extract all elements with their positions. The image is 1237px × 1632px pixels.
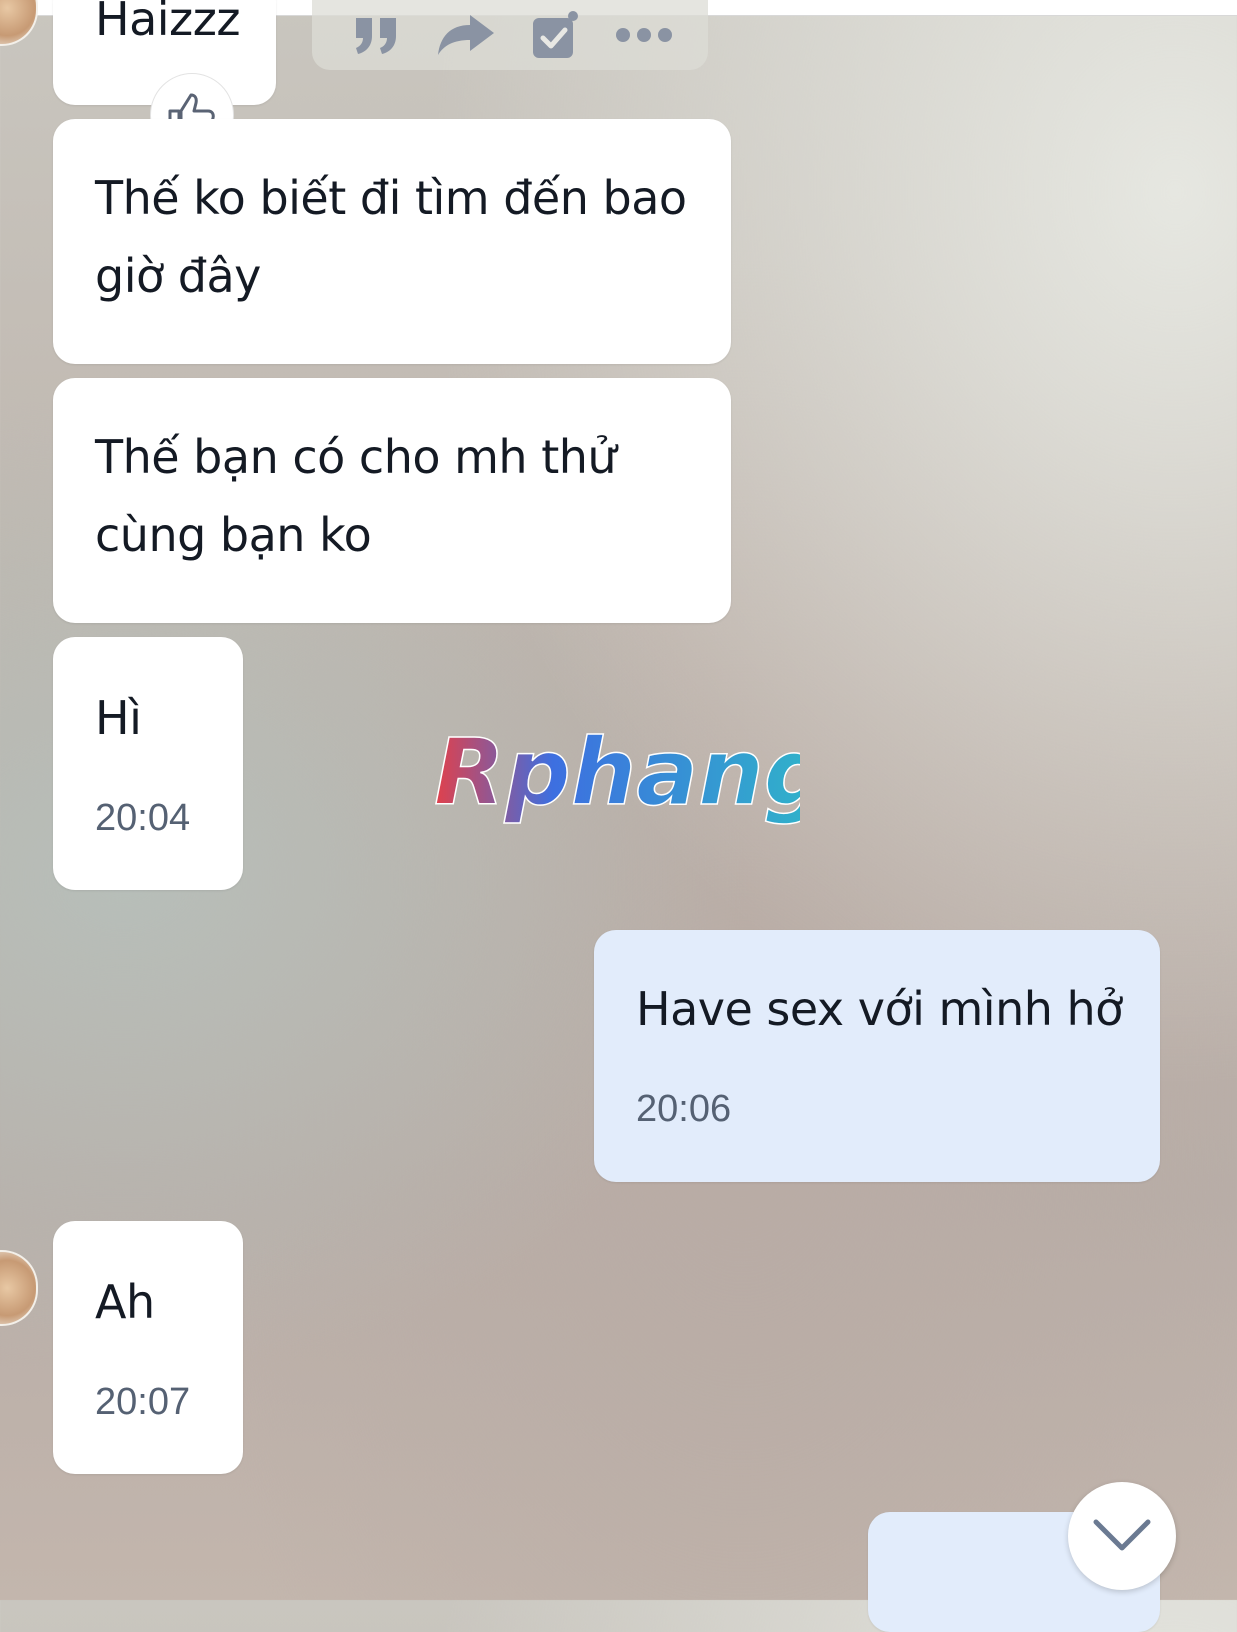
task-icon[interactable] [524,6,586,64]
message-timestamp: 20:04 [95,797,191,839]
contact-avatar[interactable] [0,0,38,46]
more-icon[interactable] [613,6,675,64]
watermark-text: Rphang [434,722,800,826]
message-text: Have sex với mình hở [636,982,1123,1036]
message-text: Haizzz [95,0,241,46]
message-bubble-incoming[interactable]: Ah 20:07 [53,1221,243,1474]
chevron-down-icon [1093,1519,1151,1551]
scroll-to-bottom-button[interactable] [1068,1482,1176,1590]
contact-avatar[interactable] [0,1250,38,1326]
message-action-toolbar [312,0,708,70]
message-bubble-outgoing[interactable]: Have sex với mình hở 20:06 [594,930,1160,1182]
message-timestamp: 20:06 [636,1088,732,1130]
watermark-logo: Rphang [430,718,830,832]
message-bubble-incoming[interactable]: Thế bạn có cho mh thử cùng bạn ko [53,378,731,623]
message-text: Thế bạn có cho mh thử cùng bạn ko [95,430,617,562]
message-timestamp: 20:07 [95,1381,191,1423]
message-text: Thế ko biết đi tìm đến bao giờ đây [95,171,687,303]
message-text: Ah [95,1275,155,1329]
message-text: Hì [95,691,142,745]
forward-icon[interactable] [435,6,497,64]
quote-icon[interactable] [346,6,408,64]
message-bubble-incoming[interactable]: Hì 20:04 [53,637,243,890]
message-bubble-incoming[interactable]: Thế ko biết đi tìm đến bao giờ đây [53,119,731,364]
